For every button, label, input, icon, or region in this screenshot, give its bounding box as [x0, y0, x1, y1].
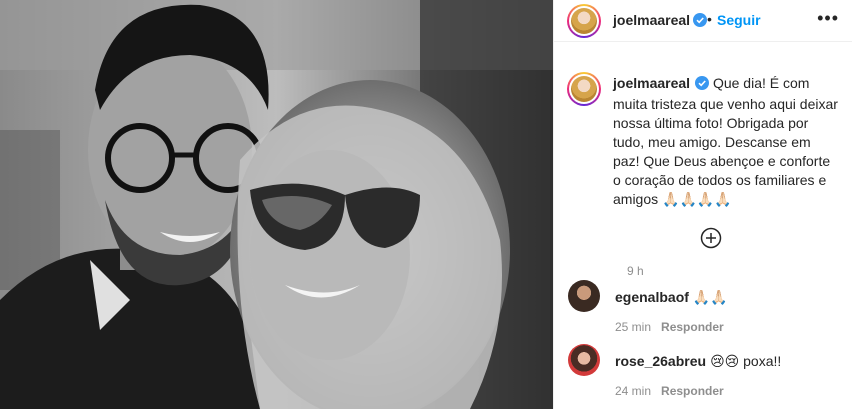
- commenter-username[interactable]: egenalbaof: [615, 289, 689, 305]
- follow-button[interactable]: Seguir: [717, 12, 761, 28]
- caption-username[interactable]: joelmaareal: [613, 75, 690, 91]
- commenter-username[interactable]: rose_26abreu: [615, 353, 706, 369]
- post-side-panel: joelmaareal • Seguir ••• joelmaareal Que…: [553, 0, 852, 409]
- comment-meta: 24 min Responder: [615, 384, 724, 398]
- comment-line: rose_26abreu 😢😢 poxa!!: [615, 353, 781, 370]
- post-photo[interactable]: [0, 0, 553, 409]
- load-more-comments-button[interactable]: [700, 227, 722, 249]
- separator-dot: •: [707, 11, 712, 27]
- author-username-row[interactable]: joelmaareal: [613, 12, 708, 32]
- comment-line: egenalbaof 🙏🏻🙏🏻: [615, 289, 728, 306]
- post-timestamp[interactable]: 9 h: [627, 264, 644, 278]
- caption-text: Que dia! É com muita tristeza que venho …: [613, 75, 838, 207]
- verified-badge-icon: [695, 76, 710, 95]
- author-avatar[interactable]: [567, 4, 601, 38]
- post-header: joelmaareal • Seguir •••: [554, 0, 852, 42]
- comment-text: 🙏🏻🙏🏻: [692, 289, 728, 305]
- commenter-avatar[interactable]: [568, 344, 600, 376]
- comment-meta: 25 min Responder: [615, 320, 724, 334]
- caption-author-avatar[interactable]: [567, 72, 601, 106]
- commenter-avatar[interactable]: [568, 280, 600, 312]
- post-image: [0, 0, 553, 409]
- reply-button[interactable]: Responder: [661, 320, 724, 334]
- reply-button[interactable]: Responder: [661, 384, 724, 398]
- author-username[interactable]: joelmaareal: [613, 12, 690, 28]
- verified-badge-icon: [693, 13, 708, 32]
- comment-time[interactable]: 25 min: [615, 320, 651, 334]
- more-options-icon[interactable]: •••: [817, 8, 839, 29]
- plus-circle-icon: [700, 227, 722, 249]
- caption-text-block: joelmaareal Que dia! É com muita tristez…: [613, 74, 839, 209]
- comment-text: 😢😢 poxa!!: [710, 353, 782, 369]
- comment-time[interactable]: 24 min: [615, 384, 651, 398]
